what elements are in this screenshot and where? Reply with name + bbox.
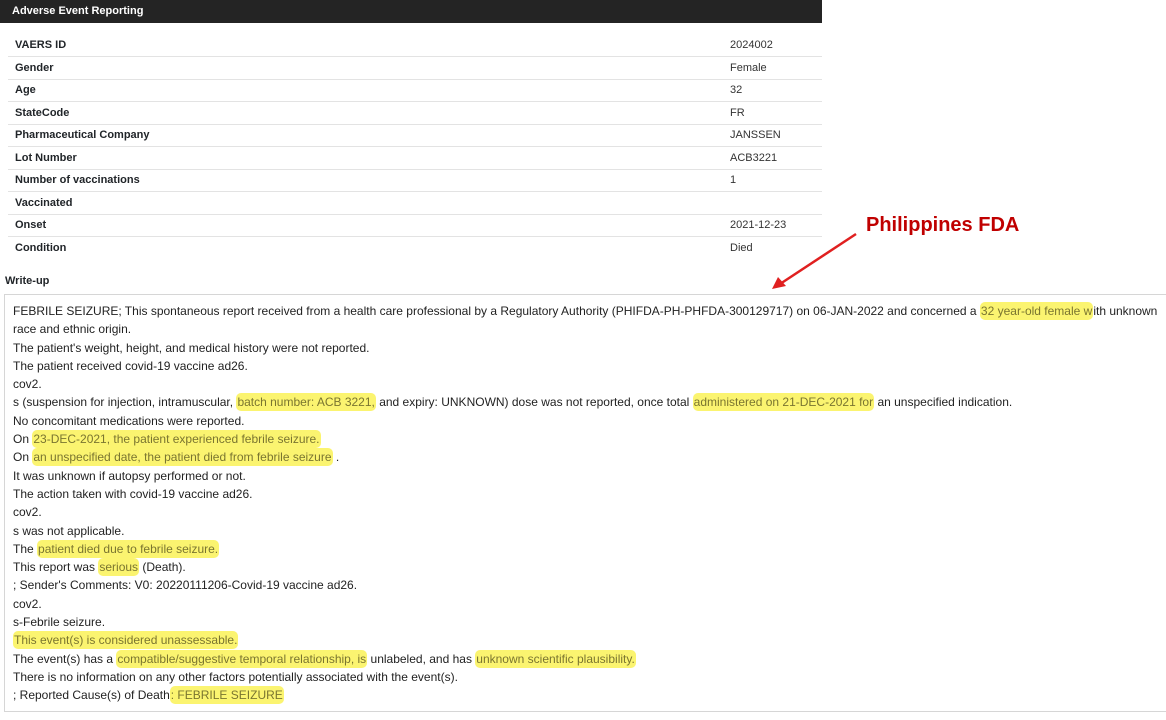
writeup-line: On 23-DEC-2021, the patient experienced … <box>13 430 1166 449</box>
writeup-text: This report was <box>13 560 99 575</box>
page-title: Adverse Event Reporting <box>12 5 144 17</box>
field-value: 2024002 <box>730 34 822 57</box>
writeup-line: s-Febrile seizure. <box>13 613 1166 631</box>
table-row: Vaccinated <box>8 191 822 215</box>
writeup-text: . <box>332 450 340 465</box>
highlighted-text: compatible/suggestive temporal relations… <box>116 649 368 668</box>
table-row: Gender Female <box>8 56 822 80</box>
highlighted-text: serious <box>98 558 140 577</box>
writeup-line: The action taken with covid-19 vaccine a… <box>13 485 1166 503</box>
field-label: Pharmaceutical Company <box>8 124 730 147</box>
writeup-text: unlabeled, and has <box>367 651 476 666</box>
field-value: JANSSEN <box>730 124 822 147</box>
writeup-text: On <box>13 432 33 447</box>
writeup-text: No concomitant medications were reported… <box>13 413 245 428</box>
field-label: Lot Number <box>8 146 730 170</box>
writeup-text: On <box>13 450 33 465</box>
table-row: Number of vaccinations 1 <box>8 169 822 192</box>
writeup-text: cov2. <box>13 377 42 392</box>
field-label: Condition <box>15 242 67 254</box>
writeup-text: FEBRILE SEIZURE; This spontaneous report… <box>13 304 980 318</box>
writeup-line: The patient's weight, height, and medica… <box>13 339 1166 357</box>
highlighted-text: an unspecified date, the patient died fr… <box>32 448 333 467</box>
writeup-text: The <box>13 541 38 556</box>
field-value: ACB3221 <box>730 146 822 170</box>
writeup-text: The event(s) has a <box>13 651 117 666</box>
field-label: Age <box>8 79 730 102</box>
writeup-line: On an unspecified date, the patient died… <box>13 448 1166 467</box>
annotation-label: Philippines FDA <box>866 214 1020 236</box>
table-row: Lot Number ACB3221 <box>8 146 822 170</box>
writeup-text: s was not applicable. <box>13 523 125 538</box>
writeup-text: The patient's weight, height, and medica… <box>13 340 370 355</box>
field-label: StateCode <box>8 101 730 125</box>
writeup-text: cov2. <box>13 596 42 611</box>
table-row: Onset 2021-12-23 <box>8 214 822 237</box>
writeup-line: No concomitant medications were reported… <box>13 412 1166 430</box>
writeup-text: ith unknown <box>1093 304 1158 318</box>
highlighted-text: 23-DEC-2021, the patient experienced feb… <box>32 430 321 449</box>
writeup-text: s-Febrile seizure. <box>13 615 106 630</box>
writeup-text: an unspecified indication. <box>874 395 1013 410</box>
table-row: VAERS ID 2024002 <box>8 34 822 57</box>
field-label: Vaccinated <box>8 191 730 215</box>
field-value: Female <box>730 56 822 80</box>
writeup-text: and expiry: UNKNOWN) dose was not report… <box>375 395 693 410</box>
writeup-line: The patient died due to febrile seizure. <box>13 539 1166 558</box>
writeup-line: The event(s) has a compatible/suggestive… <box>13 649 1166 668</box>
field-label: VAERS ID <box>8 34 730 57</box>
writeup-line: ; Sender's Comments: V0: 20220111206-Cov… <box>13 576 1166 594</box>
annotation-arrow-icon <box>772 232 857 289</box>
writeup-label: Write-up <box>5 275 50 287</box>
writeup-line: s was not applicable. <box>13 522 1166 540</box>
writeup-line: The patient received covid-19 vaccine ad… <box>13 357 1166 375</box>
writeup-text: It was unknown if autopsy performed or n… <box>13 468 246 483</box>
field-value: 1 <box>730 169 822 192</box>
writeup-text: (Death). <box>139 560 186 575</box>
highlighted-text: This event(s) is considered unassessable… <box>13 631 239 650</box>
writeup-line: There is no information on any other fac… <box>13 668 1166 686</box>
highlighted-text: : FEBRILE SEIZURE <box>169 686 284 705</box>
writeup-line: s (suspension for injection, intramuscul… <box>13 393 1166 412</box>
table-row: Age 32 <box>8 79 822 102</box>
highlighted-text: unknown scientific plausibility. <box>475 649 636 668</box>
writeup-text: race and ethnic origin. <box>13 322 132 337</box>
field-value: FR <box>730 101 822 125</box>
writeup-text: ; Reported Cause(s) of Death <box>13 688 170 703</box>
highlighted-text: patient died due to febrile seizure. <box>37 539 220 558</box>
writeup-text: ; Sender's Comments: V0: 20220111206-Cov… <box>13 578 358 593</box>
field-label: Number of vaccinations <box>8 169 730 192</box>
page-header: Adverse Event Reporting <box>0 0 822 23</box>
field-value: 32 <box>730 79 822 102</box>
field-label: Onset <box>8 214 730 237</box>
writeup-text: cov2. <box>13 505 42 520</box>
table-row: Condition Died <box>8 237 822 260</box>
writeup-line: race and ethnic origin. <box>13 320 1166 338</box>
writeup-line: cov2. <box>13 375 1166 393</box>
writeup-line: FEBRILE SEIZURE; This spontaneous report… <box>13 302 1166 320</box>
report-details-table: VAERS ID 2024002 Gender Female Age 32 StateCod… <box>8 34 822 259</box>
highlighted-text: 32 year-old female w <box>979 302 1094 320</box>
highlighted-text: batch number: ACB 3221, <box>236 393 376 412</box>
writeup-text: There is no information on any other fac… <box>13 669 458 684</box>
writeup-line: cov2. <box>13 503 1166 521</box>
writeup-text: The action taken with covid-19 vaccine a… <box>13 486 253 501</box>
table-row: StateCode FR <box>8 101 822 125</box>
highlighted-text: administered on 21-DEC-2021 for <box>692 393 875 412</box>
writeup-line: ; Reported Cause(s) of Death: FEBRILE SE… <box>13 686 1166 705</box>
field-label: Gender <box>8 56 730 80</box>
writeup-line: This report was serious (Death). <box>13 558 1166 577</box>
writeup-text: s (suspension for injection, intramuscul… <box>13 395 237 410</box>
writeup-line: cov2. <box>13 595 1166 613</box>
writeup-text: The patient received covid-19 vaccine ad… <box>13 358 248 373</box>
writeup-text-box: FEBRILE SEIZURE; This spontaneous report… <box>4 294 1166 712</box>
writeup-line: This event(s) is considered unassessable… <box>13 631 1166 650</box>
field-value <box>730 191 822 215</box>
writeup-line: It was unknown if autopsy performed or n… <box>13 467 1166 485</box>
table-row: Pharmaceutical Company JANSSEN <box>8 124 822 147</box>
